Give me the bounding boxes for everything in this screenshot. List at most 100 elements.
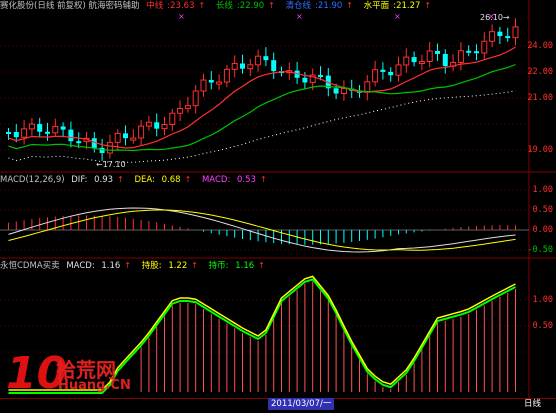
period-label[interactable]: 日线 xyxy=(524,398,541,410)
up-arrow-icon: ↑ xyxy=(117,175,124,184)
macd-label: MACD: xyxy=(201,175,231,185)
candle-body xyxy=(154,122,160,129)
candle-body xyxy=(247,64,254,70)
hold-stock-value: 1.22 xyxy=(168,261,188,271)
price-axis-label: 24.00 xyxy=(527,41,553,51)
water-level-value: 21.27 xyxy=(396,1,421,11)
up-arrow-icon: ↑ xyxy=(258,261,265,270)
mid-line-value: 23.63 xyxy=(170,1,195,11)
candle-body xyxy=(231,62,238,70)
candle-body xyxy=(418,60,425,64)
candle-body xyxy=(6,132,11,134)
hold-cash-value: 1.16 xyxy=(235,261,255,271)
hold-stock-label: 持股: xyxy=(141,261,162,271)
macd-value: 0.53 xyxy=(237,175,256,185)
long-line-value: 22.90 xyxy=(239,1,265,11)
candle-body xyxy=(380,69,386,72)
macd-axis-label: -0.50 xyxy=(527,245,553,255)
candle-body xyxy=(240,63,245,69)
candle-body xyxy=(512,26,519,39)
candle-body xyxy=(395,64,402,76)
up-arrow-icon: ↑ xyxy=(124,261,132,270)
arrow-right-icon: → xyxy=(502,13,510,22)
candle-body xyxy=(13,132,19,138)
candle-body xyxy=(169,112,176,126)
low-price-annotation: ←17.10 xyxy=(96,160,126,169)
mid-line-label: 中线 xyxy=(146,1,164,11)
candle-body xyxy=(161,124,168,130)
candle-body xyxy=(372,69,379,83)
candle-body xyxy=(145,121,152,127)
candle-body xyxy=(123,133,128,139)
candle-body xyxy=(340,88,347,95)
candle-body xyxy=(37,124,43,132)
long-line-series xyxy=(8,63,516,152)
candle-body xyxy=(435,50,440,54)
candle-body xyxy=(457,50,464,63)
candle-body xyxy=(184,105,191,109)
candle-body xyxy=(138,125,145,139)
low-price-value: 17.10 xyxy=(102,160,126,169)
candle-body xyxy=(466,50,472,53)
cdma-title: 永恒CDMA买卖 xyxy=(0,261,60,271)
candle-body xyxy=(192,90,199,107)
price-axis-label: 22.00 xyxy=(527,67,553,77)
dea-label: DEA: xyxy=(134,175,155,185)
macd-axis-label: 1.00 xyxy=(532,185,553,195)
site-logo: 10 拾荒网 Huang.CN xyxy=(6,352,131,396)
candle-body xyxy=(255,55,262,66)
candle-body xyxy=(442,53,448,67)
candle-body xyxy=(318,75,323,78)
price-title: 赛化股份(日线 前复权) 航海密码辅助 xyxy=(0,1,140,11)
price-axis-label: 19.00 xyxy=(527,145,553,155)
up-arrow-icon: ↑ xyxy=(191,261,198,270)
logo-url: Huang.CN xyxy=(58,378,131,393)
macd-legend: MACD(12,26,9) DIF: 0.93 ↑ DEA: 0.68 ↑ MACD… xyxy=(0,174,275,186)
cursor-date-label: 2011/03/07/一 xyxy=(268,398,335,410)
candle-body xyxy=(76,141,82,144)
macd-title: MACD(12,26,9) xyxy=(0,175,65,185)
candle-body xyxy=(505,36,511,39)
cdma-axis-label: 0.50 xyxy=(532,321,553,331)
up-arrow-icon: ↑ xyxy=(424,1,432,10)
candle-body xyxy=(21,128,28,138)
dea-value: 0.68 xyxy=(161,175,181,185)
candle-body xyxy=(364,81,371,93)
chart-canvas[interactable] xyxy=(0,0,556,412)
up-arrow-icon: ↑ xyxy=(346,1,353,10)
arrow-left-icon: ← xyxy=(96,160,103,169)
candle-body xyxy=(68,129,74,142)
macd-axis-label: 0.50 xyxy=(532,205,553,215)
candle-body xyxy=(216,81,223,85)
water-level-label: 水平面 xyxy=(363,1,390,11)
cdma-macd-value: 1.16 xyxy=(101,261,121,271)
signal-marker-icon: × xyxy=(178,12,185,21)
candle-body xyxy=(474,51,479,54)
candle-body xyxy=(403,56,410,66)
high-price-annotation: 26.10→ xyxy=(480,13,510,22)
candle-body xyxy=(223,68,230,83)
cdma-axis-label: 1.00 xyxy=(532,295,553,305)
clear-line-label: 清仓线 xyxy=(285,1,312,11)
up-arrow-icon: ↑ xyxy=(198,1,206,10)
candle-body xyxy=(45,131,50,134)
candle-body xyxy=(388,71,394,76)
candle-body xyxy=(52,125,59,134)
cdma-macd-label: MACD: xyxy=(66,261,95,271)
candle-body xyxy=(497,31,503,37)
candle-body xyxy=(200,79,207,92)
candle-body xyxy=(130,137,137,141)
candle-body xyxy=(28,123,35,130)
candle-body xyxy=(271,60,277,72)
candle-body xyxy=(426,50,433,62)
macd-axis-label: 0.00 xyxy=(532,225,553,235)
long-line-label: 长线 xyxy=(215,1,233,11)
price-axis-label: 21.00 xyxy=(527,93,553,103)
candle-body xyxy=(177,107,184,114)
candle-body xyxy=(106,141,113,154)
up-arrow-icon: ↑ xyxy=(268,1,275,10)
cdma-legend: 永恒CDMA买卖 MACD: 1.16 ↑ 持股: 1.22 ↑ 持币: 1.16 ↑ xyxy=(0,260,273,272)
clear-line-value: 21.90 xyxy=(317,1,343,11)
candle-body xyxy=(411,57,417,63)
signal-marker-icon: × xyxy=(296,12,303,21)
